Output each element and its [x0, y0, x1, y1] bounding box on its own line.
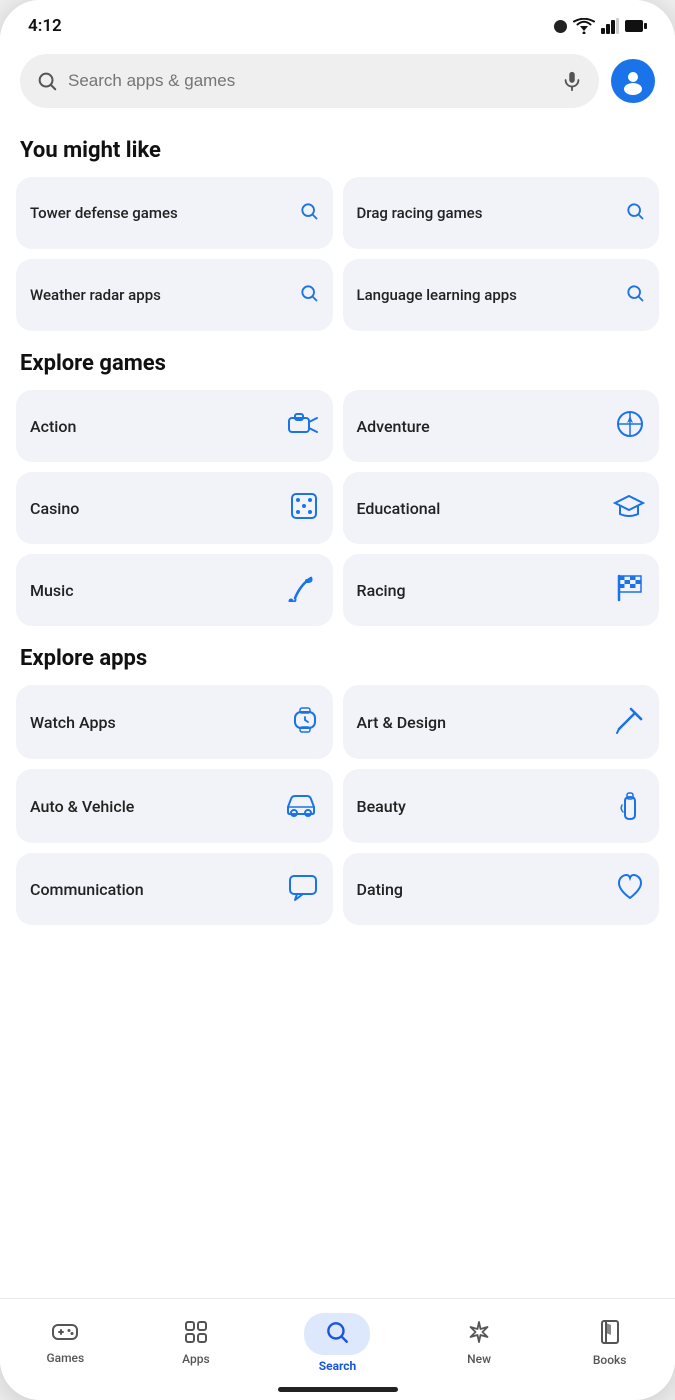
category-card-watch-apps[interactable]: Watch Apps [16, 685, 333, 759]
suggestion-card-language-learning[interactable]: Language learning apps [343, 259, 660, 331]
status-time: 4:12 [28, 16, 62, 36]
search-icon-language-learning [625, 283, 645, 307]
communication-icon [287, 872, 319, 906]
music-icon [287, 574, 319, 606]
bottom-nav: Games Apps [0, 1298, 675, 1383]
action-icon [287, 410, 319, 442]
suggestion-label-drag-racing: Drag racing games [357, 203, 618, 223]
nav-label-new: New [467, 1352, 491, 1366]
search-icon-tower-defense [299, 201, 319, 225]
search-icon-weather-radar [299, 283, 319, 307]
suggestion-card-weather-radar[interactable]: Weather radar apps [16, 259, 333, 331]
apps-icon [184, 1320, 208, 1348]
nav-label-search: Search [319, 1359, 357, 1373]
category-card-educational[interactable]: Educational [343, 472, 660, 544]
category-label-art-design: Art & Design [357, 713, 447, 732]
category-card-racing[interactable]: Racing [343, 554, 660, 626]
nav-item-games[interactable]: Games [29, 1317, 101, 1369]
category-label-watch-apps: Watch Apps [30, 713, 116, 732]
category-label-adventure: Adventure [357, 417, 430, 436]
search-nav-bg [304, 1313, 370, 1355]
suggestion-label-weather-radar: Weather radar apps [30, 285, 291, 305]
search-area [0, 44, 675, 118]
signal-icon [601, 18, 619, 34]
nav-label-books: Books [593, 1353, 627, 1367]
suggestion-grid: Tower defense games Drag racing games [16, 177, 659, 331]
suggestion-card-drag-racing[interactable]: Drag racing games [343, 177, 660, 249]
category-card-action[interactable]: Action [16, 390, 333, 462]
category-label-communication: Communication [30, 880, 144, 899]
category-label-educational: Educational [357, 499, 441, 518]
phone-frame: 4:12 [0, 0, 675, 1400]
category-card-auto-vehicle[interactable]: Auto & Vehicle [16, 769, 333, 843]
battery-icon [625, 19, 647, 33]
search-icon [36, 70, 58, 92]
mic-icon[interactable] [561, 70, 583, 92]
main-content: You might like Tower defense games Drag … [0, 118, 675, 1298]
camera-dot [554, 20, 567, 33]
category-label-dating: Dating [357, 880, 403, 899]
suggestion-card-tower-defense[interactable]: Tower defense games [16, 177, 333, 249]
category-card-music[interactable]: Music [16, 554, 333, 626]
books-icon [599, 1319, 621, 1349]
suggestion-label-tower-defense: Tower defense games [30, 203, 291, 223]
category-card-beauty[interactable]: Beauty [343, 769, 660, 843]
nav-item-books[interactable]: Books [574, 1315, 646, 1371]
nav-item-new[interactable]: New [443, 1316, 515, 1370]
games-icon [52, 1321, 78, 1347]
explore-apps-grid: Watch Apps Art & Design [16, 685, 659, 925]
category-label-music: Music [30, 581, 74, 600]
nav-label-games: Games [46, 1351, 84, 1365]
home-indicator [278, 1387, 398, 1392]
explore-games-grid: Action Adventure [16, 390, 659, 626]
status-icons [554, 18, 647, 34]
search-bar-container[interactable] [20, 54, 599, 108]
art-design-icon [613, 705, 645, 739]
avatar[interactable] [611, 59, 655, 103]
you-might-like-title: You might like [20, 138, 655, 163]
category-label-auto-vehicle: Auto & Vehicle [30, 797, 134, 816]
status-bar: 4:12 [0, 0, 675, 44]
wifi-icon [573, 18, 595, 34]
category-card-adventure[interactable]: Adventure [343, 390, 660, 462]
beauty-icon [615, 787, 645, 825]
search-icon-drag-racing [625, 201, 645, 225]
educational-icon [613, 492, 645, 524]
category-card-casino[interactable]: Casino [16, 472, 333, 544]
suggestion-label-language-learning: Language learning apps [357, 285, 618, 305]
dating-icon [615, 873, 645, 905]
explore-games-title: Explore games [20, 351, 655, 376]
search-input[interactable] [68, 71, 551, 91]
nav-item-apps[interactable]: Apps [160, 1316, 232, 1370]
category-label-beauty: Beauty [357, 797, 406, 816]
category-label-racing: Racing [357, 581, 406, 600]
category-card-art-design[interactable]: Art & Design [343, 685, 660, 759]
adventure-icon [615, 409, 645, 443]
category-card-communication[interactable]: Communication [16, 853, 333, 925]
racing-icon [611, 574, 645, 606]
watch-icon [291, 703, 319, 741]
casino-icon [289, 491, 319, 525]
search-nav-icon [324, 1330, 350, 1349]
explore-apps-title: Explore apps [20, 646, 655, 671]
nav-label-apps: Apps [182, 1352, 210, 1366]
category-label-action: Action [30, 417, 76, 436]
auto-vehicle-icon [283, 791, 319, 821]
nav-item-search[interactable]: Search [290, 1309, 384, 1377]
category-label-casino: Casino [30, 499, 79, 518]
category-card-dating[interactable]: Dating [343, 853, 660, 925]
new-icon [467, 1320, 491, 1348]
